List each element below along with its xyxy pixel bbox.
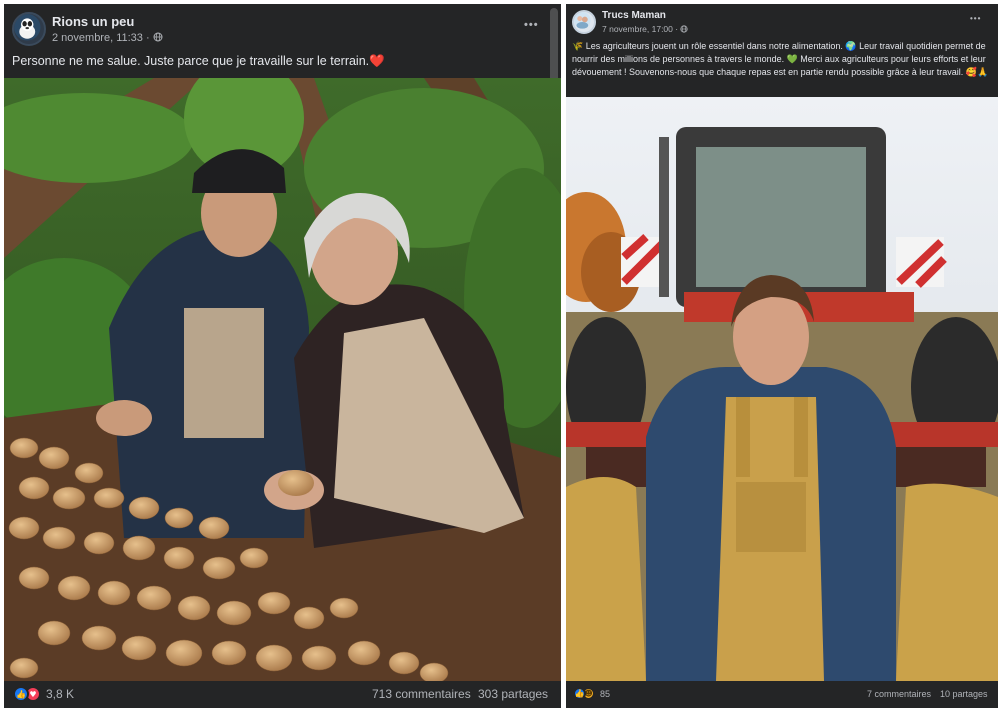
post-card-trucs-maman: Trucs Maman 7 novembre, 17:00 · ••• 🌾 Le… [566,4,998,708]
more-options-icon[interactable]: ••• [970,14,981,23]
post-author[interactable]: Rions un peu [52,14,134,29]
more-options-icon[interactable]: ••• [524,19,539,31]
post-card-rions-un-peu: Rions un peu 2 novembre, 11:33 · ••• Per… [4,4,561,708]
avatar-image [574,12,591,29]
post-meta: 7 novembre, 17:00 · [602,24,689,34]
comments-count[interactable]: 713 commentaires [372,687,471,701]
separator-dot: · [145,32,153,44]
reaction-summary[interactable]: 👍 ☻ 85 [573,687,610,700]
comments-count[interactable]: 7 commentaires [867,689,931,699]
post-footer: 👍 ☻ 85 7 commentaires 10 partages [566,681,998,708]
post-date[interactable]: 2 novembre, 11:33 [52,32,143,44]
like-reaction-icon: 👍 [573,687,586,700]
post-author[interactable]: Trucs Maman [602,10,666,21]
like-reaction-icon: 👍 [13,686,29,702]
globe-icon [153,32,163,42]
photo-image [566,97,998,681]
post-text: 🌾 Les agriculteurs jouent un rôle essent… [572,41,989,77]
reaction-count: 85 [600,688,611,699]
reaction-count: 3,8 K [46,687,75,701]
post-photo-farmers-potatoes[interactable] [4,78,561,681]
post-text: Personne ne me salue. Juste parce que je… [12,54,385,68]
shares-count[interactable]: 303 partages [478,687,548,701]
post-date[interactable]: 7 novembre, 17:00 [602,24,673,34]
reaction-summary[interactable]: 👍 ♥ 3,8 K [13,686,74,702]
photo-image [4,78,561,681]
avatar[interactable] [12,12,46,46]
avatar[interactable] [572,10,596,34]
avatar-image [14,14,41,41]
post-photo-farmer-tractor[interactable] [566,97,998,681]
post-meta: 2 novembre, 11:33 · [52,32,163,44]
globe-icon [680,25,689,33]
shares-count[interactable]: 10 partages [940,689,988,699]
post-footer: 👍 ♥ 3,8 K 713 commentaires 303 partages [4,681,561,708]
